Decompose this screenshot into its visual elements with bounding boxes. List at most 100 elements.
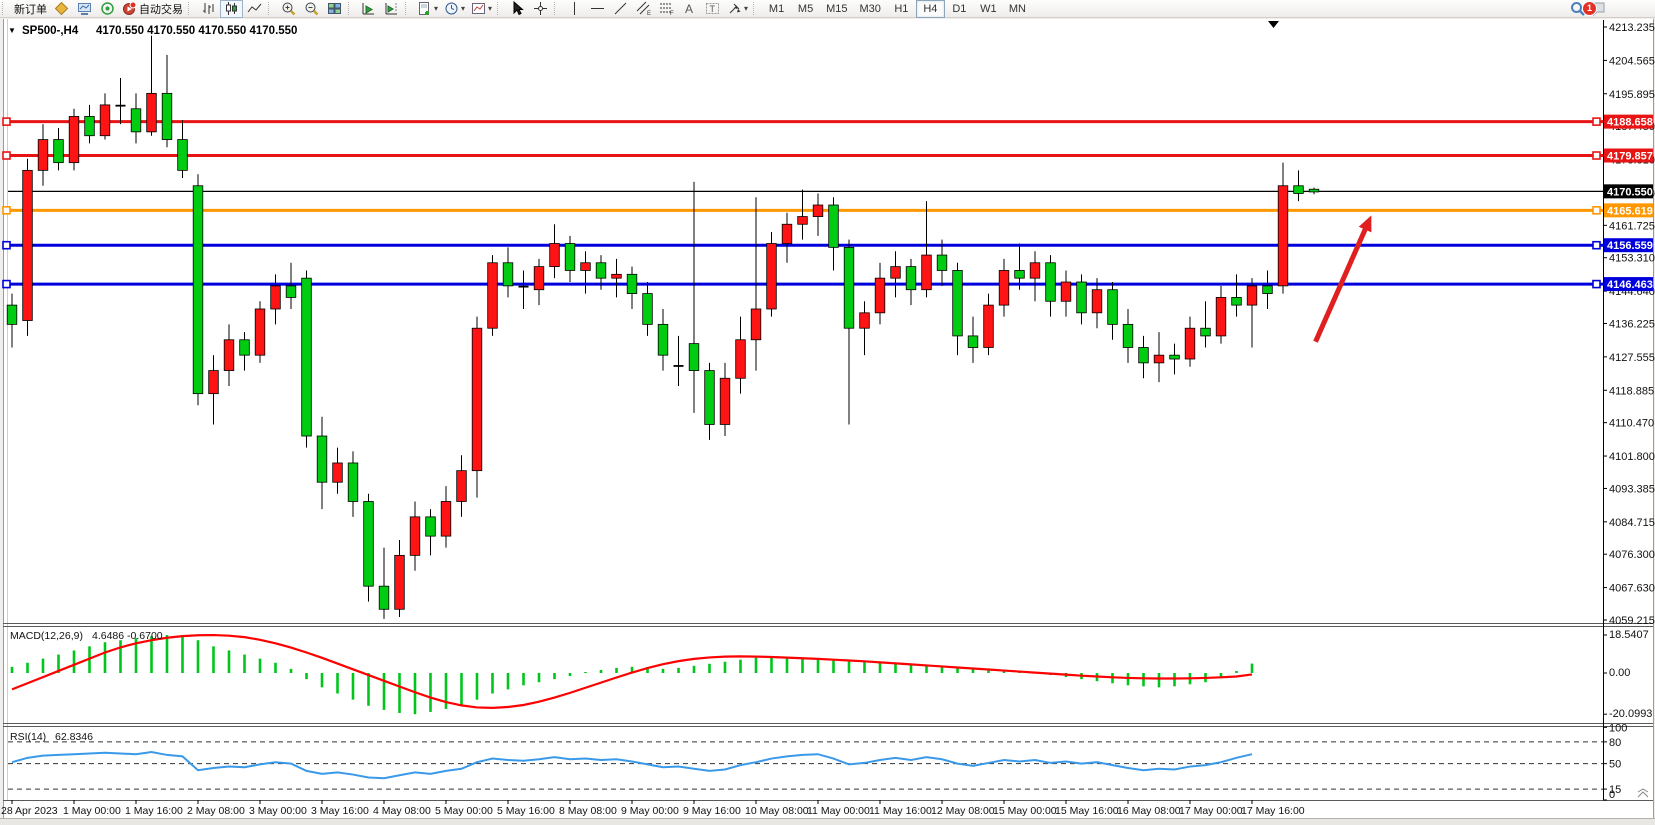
timeframe-h4-button[interactable]: H4 <box>916 0 945 18</box>
dropdown-caret-icon: ▾ <box>434 4 438 13</box>
svg-text:17 May 16:00: 17 May 16:00 <box>1241 805 1305 817</box>
arrows-tool-button[interactable]: ▾ <box>724 0 751 18</box>
toolbar-grip <box>405 2 411 15</box>
horizontal-line-tool-icon[interactable] <box>586 0 609 18</box>
svg-text:4118.885: 4118.885 <box>1609 385 1654 397</box>
symbol-dropdown-icon[interactable]: ▼ <box>8 26 16 35</box>
svg-text:4156.559: 4156.559 <box>1607 240 1653 252</box>
dropdown-caret-icon: ▾ <box>461 4 465 13</box>
svg-text:0.00: 0.00 <box>1609 667 1630 679</box>
macd-label: MACD(12,26,9) <box>10 630 83 642</box>
rsi-readout: 62.8346 <box>55 731 93 743</box>
chart-shift-icon[interactable] <box>380 0 403 18</box>
svg-text:4204.565: 4204.565 <box>1609 55 1655 67</box>
timeframe-m30-button[interactable]: M30 <box>853 0 886 18</box>
chart-title: SP500-,H4 <box>22 25 79 37</box>
new-order-button[interactable]: 新订单 <box>11 0 50 18</box>
hline-anchor[interactable] <box>1593 207 1600 214</box>
ohlc-readout: 4170.550 4170.550 4170.550 4170.550 <box>96 25 297 37</box>
hline-anchor[interactable] <box>3 242 10 249</box>
signals-icon[interactable] <box>96 0 119 18</box>
dropdown-caret-icon: ▾ <box>488 4 492 13</box>
svg-text:0: 0 <box>1609 789 1615 801</box>
svg-text:5 May 16:00: 5 May 16:00 <box>497 805 555 817</box>
svg-text:4093.385: 4093.385 <box>1609 483 1655 495</box>
crosshair-tool-icon[interactable] <box>529 0 552 18</box>
text-label-tool-icon[interactable]: T <box>701 0 724 18</box>
svg-text:11 May 00:00: 11 May 00:00 <box>807 805 870 817</box>
svg-text:4188.658: 4188.658 <box>1607 117 1653 129</box>
new-chart-button[interactable]: ▾ <box>414 0 441 18</box>
templates-button[interactable]: ▾ <box>468 0 495 18</box>
svg-text:4110.470: 4110.470 <box>1609 418 1654 430</box>
chart-canvas[interactable]: 4213.2354204.5654195.8954187.4804178.810… <box>0 0 1655 825</box>
svg-text:16 May 08:00: 16 May 08:00 <box>1117 805 1181 817</box>
hline-anchor[interactable] <box>3 152 10 159</box>
vertical-line-tool-icon[interactable] <box>563 0 586 18</box>
candlestick-mode-icon[interactable] <box>220 0 243 18</box>
svg-text:F: F <box>670 11 674 16</box>
auto-scroll-icon[interactable] <box>357 0 380 18</box>
market-watch-icon[interactable] <box>73 0 96 18</box>
svg-text:15 May 16:00: 15 May 16:00 <box>1055 805 1119 817</box>
svg-text:4146.463: 4146.463 <box>1607 279 1653 291</box>
hline-anchor[interactable] <box>3 118 10 125</box>
text-tool-icon[interactable]: A <box>678 0 701 18</box>
svg-text:4 May 08:00: 4 May 08:00 <box>373 805 431 817</box>
svg-text:-20.0993: -20.0993 <box>1609 708 1652 720</box>
timeframe-m1-button[interactable]: M1 <box>762 0 791 18</box>
svg-text:80: 80 <box>1609 737 1621 749</box>
periods-button[interactable]: ▾ <box>441 0 468 18</box>
rsi-label: RSI(14) <box>10 731 46 743</box>
svg-text:9 May 16:00: 9 May 16:00 <box>683 805 741 817</box>
svg-text:4127.555: 4127.555 <box>1609 352 1655 364</box>
cursor-tool-icon[interactable] <box>506 0 529 18</box>
svg-text:5 May 00:00: 5 May 00:00 <box>435 805 493 817</box>
svg-text:T: T <box>710 4 716 14</box>
zoom-in-icon[interactable] <box>277 0 300 18</box>
svg-text:2 May 08:00: 2 May 08:00 <box>187 805 245 817</box>
tile-windows-icon[interactable] <box>323 0 346 18</box>
trendline-tool-icon[interactable] <box>609 0 632 18</box>
timeframe-mn-button[interactable]: MN <box>1003 0 1032 18</box>
hline-anchor[interactable] <box>1593 281 1600 288</box>
timeframe-d1-button[interactable]: D1 <box>945 0 974 18</box>
toolbar-grip <box>554 2 560 15</box>
svg-text:11 May 16:00: 11 May 16:00 <box>869 805 932 817</box>
svg-text:4101.800: 4101.800 <box>1609 451 1655 463</box>
main-toolbar: 新订单 自动交易 ▾ ▾ ▾ E F A T ▾ M1 M5 M15 M30 H… <box>0 0 1655 18</box>
gold-symbol-icon[interactable] <box>50 0 73 18</box>
svg-text:4153.310: 4153.310 <box>1609 253 1655 265</box>
hline-anchor[interactable] <box>3 281 10 288</box>
svg-text:1 May 16:00: 1 May 16:00 <box>125 805 183 817</box>
notification-badge: 1 <box>1582 1 1597 16</box>
line-chart-mode-icon[interactable] <box>243 0 266 18</box>
svg-text:15 May 00:00: 15 May 00:00 <box>993 805 1057 817</box>
auto-trading-button[interactable]: 自动交易 <box>119 0 186 18</box>
svg-text:3 May 00:00: 3 May 00:00 <box>249 805 307 817</box>
svg-text:10 May 08:00: 10 May 08:00 <box>745 805 809 817</box>
svg-text:12 May 08:00: 12 May 08:00 <box>931 805 995 817</box>
dropdown-caret-icon: ▾ <box>744 4 748 13</box>
hline-anchor[interactable] <box>1593 242 1600 249</box>
auto-trading-icon <box>122 1 137 16</box>
channel-tool-icon[interactable]: E <box>632 0 655 18</box>
fibonacci-tool-icon[interactable]: F <box>655 0 678 18</box>
hline-anchor[interactable] <box>3 207 10 214</box>
toolbar-grip <box>348 2 354 15</box>
bar-chart-mode-icon[interactable] <box>197 0 220 18</box>
svg-text:17 May 00:00: 17 May 00:00 <box>1179 805 1243 817</box>
toolbar-grip <box>268 2 274 15</box>
timeframe-m15-button[interactable]: M15 <box>820 0 853 18</box>
hline-anchor[interactable] <box>1593 118 1600 125</box>
timeframe-m5-button[interactable]: M5 <box>791 0 820 18</box>
zoom-out-icon[interactable] <box>300 0 323 18</box>
svg-text:4084.715: 4084.715 <box>1609 517 1655 529</box>
svg-text:3 May 16:00: 3 May 16:00 <box>311 805 369 817</box>
svg-text:18.5407: 18.5407 <box>1609 629 1649 641</box>
timeframe-w1-button[interactable]: W1 <box>974 0 1003 18</box>
notifications-button[interactable]: 1 <box>1589 1 1607 17</box>
toolbar-grip <box>497 2 503 15</box>
timeframe-h1-button[interactable]: H1 <box>887 0 916 18</box>
hline-anchor[interactable] <box>1593 152 1600 159</box>
